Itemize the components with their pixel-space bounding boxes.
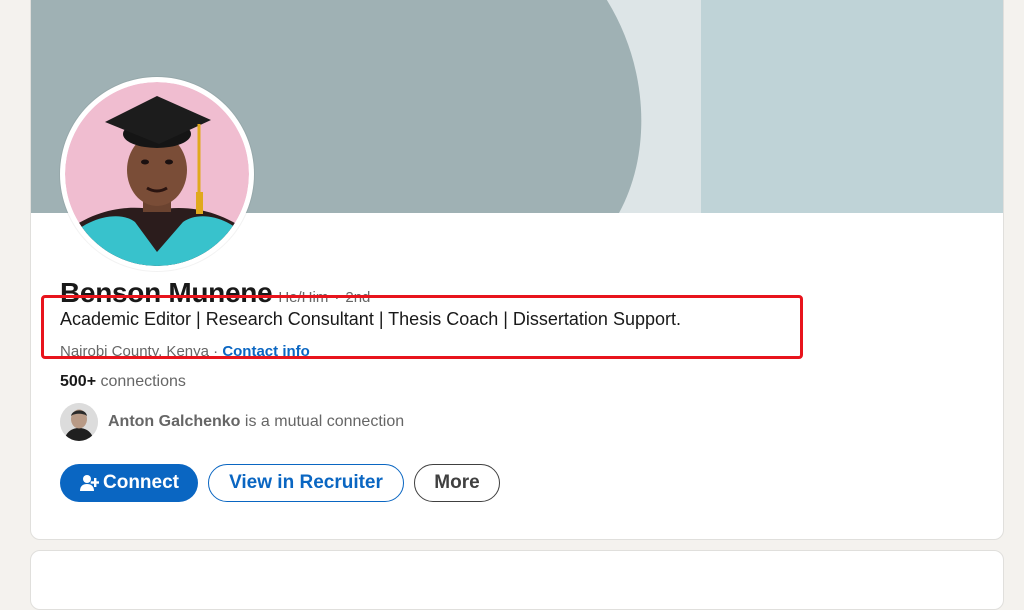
next-section-card [30,550,1004,610]
mutual-connection-row[interactable]: Anton Galchenko is a mutual connection [60,403,404,441]
connect-button[interactable]: Connect [60,464,198,502]
profile-name: Benson Munene [60,277,273,308]
profile-headline: Academic Editor | Research Consultant | … [60,309,681,329]
connections-label: connections [100,373,186,390]
profile-pronouns: He/Him [278,289,329,306]
contact-info-link[interactable]: Contact info [222,343,310,360]
location-separator: · [213,343,219,360]
mutual-connection-text: is a mutual connection [244,413,405,430]
connections-count: 500+ [60,373,97,390]
profile-actions: Connect View in Recruiter More [60,464,500,502]
connect-button-label: Connect [103,472,179,493]
add-person-icon [79,474,99,492]
connections-count-row[interactable]: 500+ connections [60,373,186,391]
mutual-connection-name[interactable]: Anton Galchenko [108,413,240,430]
mutual-connection-avatar[interactable] [60,403,98,441]
degree-separator: · [334,289,340,306]
mutual-avatar-image [60,403,98,441]
profile-name-row: Benson Munene He/Him · 2nd [60,277,370,309]
more-button[interactable]: More [414,464,500,502]
profile-card: Benson Munene He/Him · 2nd Academic Edit… [30,0,1004,540]
view-in-recruiter-button[interactable]: View in Recruiter [208,464,404,502]
profile-photo[interactable] [60,77,254,271]
profile-location: Nairobi County, Kenya [60,343,209,360]
connection-degree: 2nd [345,289,371,306]
profile-photo-image [65,82,249,266]
profile-location-row: Nairobi County, Kenya · Contact info [60,343,310,360]
